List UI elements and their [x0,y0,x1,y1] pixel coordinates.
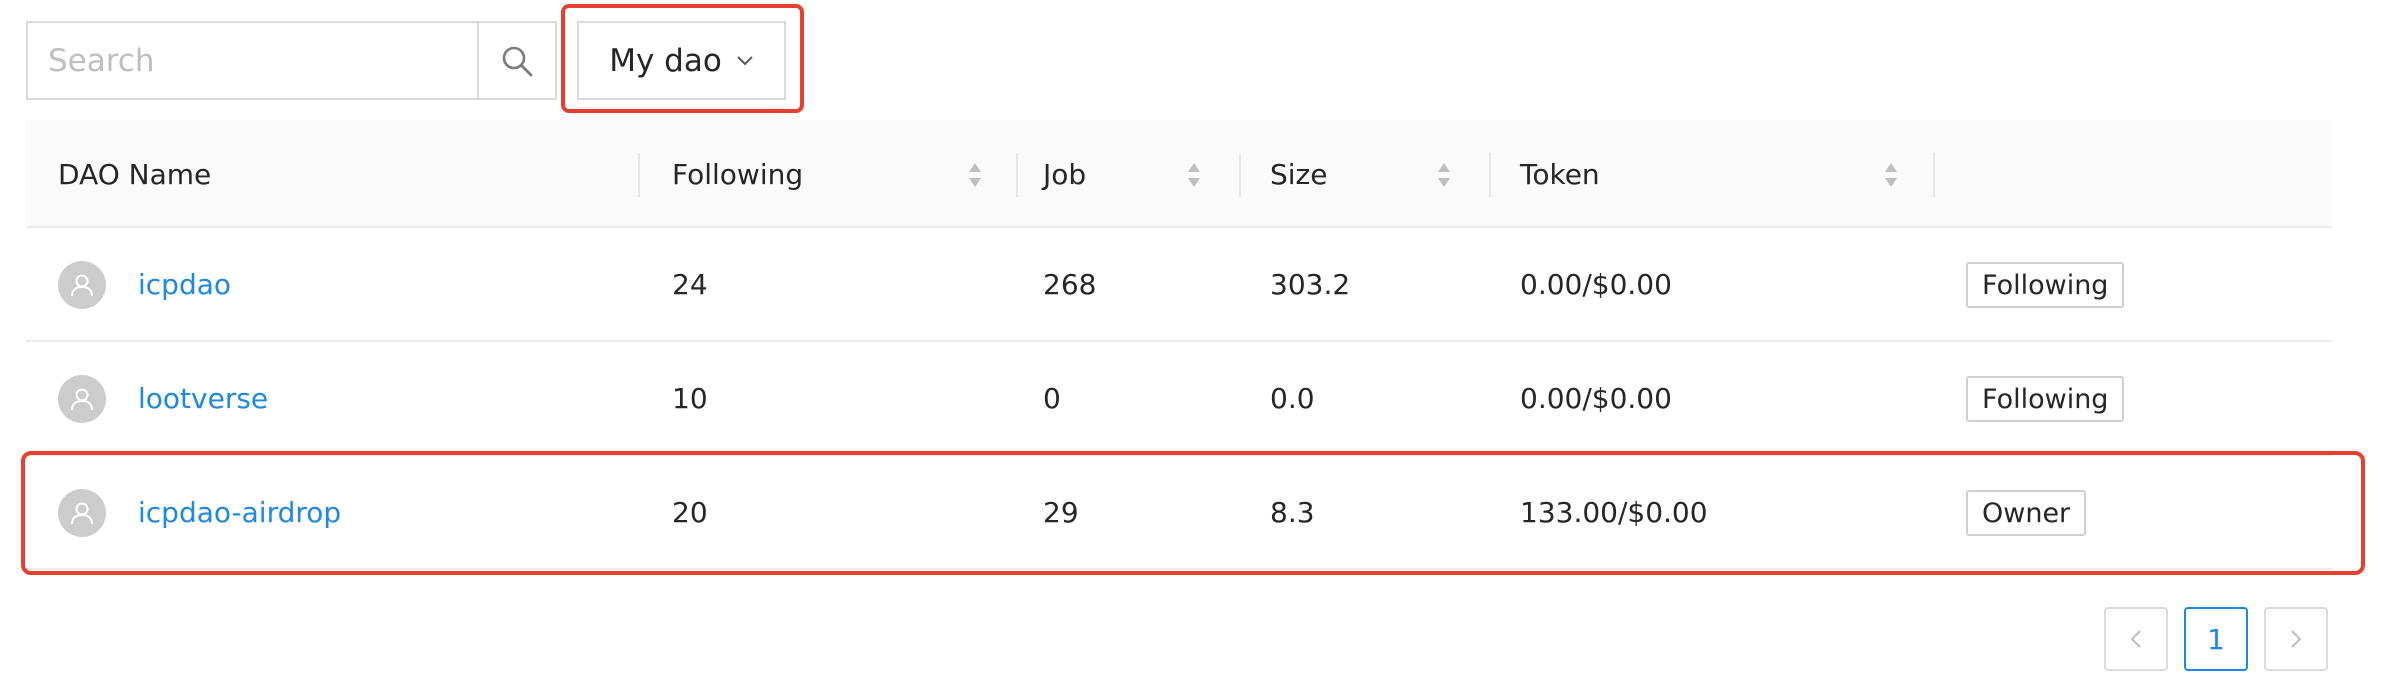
job-cell: 29 [1043,495,1079,529]
chevron-right-icon [2291,630,2302,648]
sort-icon[interactable] [1884,160,1898,190]
dao-name-link[interactable]: lootverse [138,342,268,454]
chevron-left-icon [2130,630,2141,648]
avatar [58,489,106,537]
job-cell: 0 [1043,381,1061,415]
table-row: icpdao-airdrop 20 29 8.3 133.00/$0.00 Ow… [26,456,2332,570]
following-cell: 10 [672,381,708,415]
sort-icon[interactable] [1437,160,1451,190]
status-badge: Following [1966,376,2125,422]
page-1-button[interactable]: 1 [2184,607,2248,671]
size-cell: 8.3 [1270,495,1315,529]
user-icon [71,502,93,525]
column-header-token[interactable]: Token [1520,120,1600,228]
table-header: DAO Name Following Job Size Token [26,120,2332,228]
sort-icon[interactable] [1187,160,1201,190]
dao-table: DAO Name Following Job Size Token icpdao… [26,120,2332,570]
avatar [58,375,106,423]
chevron-down-icon [737,55,753,65]
column-header-dao-name: DAO Name [58,157,212,191]
token-cell: 133.00/$0.00 [1520,495,1708,529]
table-row: icpdao 24 268 303.2 0.00/$0.00 Following [26,228,2332,342]
size-cell: 0.0 [1270,381,1315,415]
dao-filter-label: My dao [609,42,722,79]
table-row: lootverse 10 0 0.0 0.00/$0.00 Following [26,342,2332,456]
prev-page-button[interactable] [2104,607,2168,671]
column-divider [1489,153,1491,197]
following-cell: 20 [672,495,708,529]
dao-name-link[interactable]: icpdao [138,228,231,340]
search-input[interactable] [28,23,477,98]
user-icon [71,274,93,297]
avatar [58,261,106,309]
search-box [26,21,557,100]
token-cell: 0.00/$0.00 [1520,381,1672,415]
column-divider [638,153,640,197]
column-header-following[interactable]: Following [672,120,803,228]
sort-icon[interactable] [968,160,982,190]
column-header-size[interactable]: Size [1270,120,1327,228]
following-cell: 24 [672,267,708,301]
column-divider [1016,153,1018,197]
column-divider [1933,153,1935,197]
size-cell: 303.2 [1270,267,1351,301]
search-button[interactable] [477,23,555,98]
token-cell: 0.00/$0.00 [1520,267,1672,301]
dao-name-link[interactable]: icpdao-airdrop [138,456,341,568]
user-icon [71,388,93,411]
search-icon [502,46,533,76]
column-header-job[interactable]: Job [1043,120,1086,228]
status-badge: Following [1966,262,2125,308]
dao-filter-dropdown[interactable]: My dao [577,21,786,100]
column-divider [1239,153,1241,197]
next-page-button[interactable] [2264,607,2328,671]
status-badge: Owner [1966,490,2087,536]
job-cell: 268 [1043,267,1097,301]
